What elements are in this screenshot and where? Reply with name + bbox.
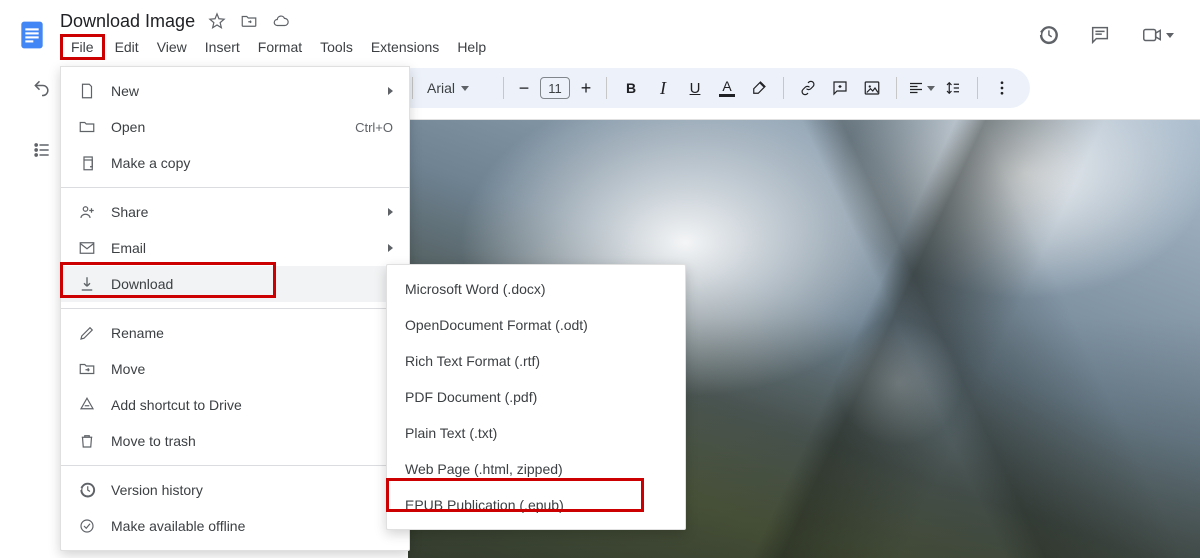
align-button[interactable] [907,74,935,102]
download-pdf[interactable]: PDF Document (.pdf) [387,379,685,415]
file-menu-label: Share [111,204,148,220]
download-epub[interactable]: EPUB Publication (.epub) [387,487,685,523]
history-icon[interactable] [1036,23,1060,47]
menu-tools[interactable]: Tools [312,35,361,59]
history-icon [77,480,97,500]
download-icon [77,274,97,294]
cloud-status-icon[interactable] [271,11,291,31]
file-menu-label: Move to trash [111,433,196,449]
move-to-folder-icon[interactable] [239,11,259,31]
file-menu-label: New [111,83,139,99]
folder-move-icon [77,359,97,379]
menubar: File Edit View Insert Format Tools Exten… [60,34,494,60]
file-menu-label: Add shortcut to Drive [111,397,242,413]
download-html[interactable]: Web Page (.html, zipped) [387,451,685,487]
file-menu-email[interactable]: Email [61,230,409,266]
download-submenu: Microsoft Word (.docx) OpenDocument Form… [386,264,686,530]
file-menu-share[interactable]: Share [61,194,409,230]
text-color-button[interactable]: A [713,74,741,102]
star-icon[interactable] [207,11,227,31]
chevron-down-icon [1166,33,1174,38]
file-menu-rename[interactable]: Rename [61,315,409,351]
submenu-arrow-icon [388,208,393,216]
meet-button[interactable] [1140,23,1174,47]
docs-logo[interactable] [14,17,50,53]
line-spacing-button[interactable] [939,74,967,102]
menu-help[interactable]: Help [449,35,494,59]
italic-button[interactable]: I [649,74,677,102]
file-menu-open[interactable]: Open Ctrl+O [61,109,409,145]
file-menu-make-copy[interactable]: Make a copy [61,145,409,181]
file-menu-label: Make a copy [111,155,190,171]
toolbar-overflow-button[interactable] [988,74,1016,102]
font-family-value: Arial [427,80,455,96]
menu-insert[interactable]: Insert [197,35,248,59]
file-menu-version-history[interactable]: Version history [61,472,409,508]
menu-extensions[interactable]: Extensions [363,35,447,59]
shortcut-label: Ctrl+O [355,120,393,135]
font-size-input[interactable]: 11 [540,77,570,99]
copy-icon [77,153,97,173]
file-menu-dropdown: New Open Ctrl+O Make a copy Share Email … [60,66,410,551]
folder-open-icon [77,117,97,137]
font-size-increase[interactable]: + [576,76,596,100]
file-menu-label: Rename [111,325,164,341]
submenu-arrow-icon [388,87,393,95]
file-menu-label: Open [111,119,145,135]
insert-image-button[interactable] [858,74,886,102]
pencil-icon [77,323,97,343]
menu-view[interactable]: View [149,35,195,59]
download-odt[interactable]: OpenDocument Format (.odt) [387,307,685,343]
file-menu-label: Download [111,276,173,292]
bold-button[interactable]: B [617,74,645,102]
menu-file[interactable]: File [60,34,105,60]
doc-title[interactable]: Download Image [60,11,195,32]
file-blank-icon [77,81,97,101]
highlight-button[interactable] [745,74,773,102]
offline-icon [77,516,97,536]
share-person-icon [77,202,97,222]
file-menu-label: Make available offline [111,518,245,534]
submenu-arrow-icon [388,244,393,252]
email-icon [77,238,97,258]
download-txt[interactable]: Plain Text (.txt) [387,415,685,451]
file-menu-new[interactable]: New [61,73,409,109]
menu-edit[interactable]: Edit [107,35,147,59]
font-family-select[interactable]: Arial [423,80,493,96]
file-menu-label: Version history [111,482,203,498]
file-menu-move[interactable]: Move [61,351,409,387]
file-menu-offline[interactable]: Make available offline [61,508,409,544]
add-comment-button[interactable] [826,74,854,102]
undo-button[interactable] [22,68,62,108]
font-size-decrease[interactable]: − [514,76,534,100]
trash-icon [77,431,97,451]
text-color-letter: A [722,79,731,93]
drive-shortcut-icon [77,395,97,415]
file-menu-add-shortcut[interactable]: Add shortcut to Drive [61,387,409,423]
chevron-down-icon [461,86,469,91]
chevron-down-icon [927,86,935,91]
file-menu-label: Email [111,240,146,256]
comments-icon[interactable] [1088,23,1112,47]
menu-format[interactable]: Format [250,35,310,59]
toolbar: Arial − 11 + B I U A [392,68,1030,108]
file-menu-download[interactable]: Download [61,266,409,302]
download-docx[interactable]: Microsoft Word (.docx) [387,271,685,307]
document-outline-button[interactable] [22,130,62,170]
file-menu-label: Move [111,361,145,377]
download-rtf[interactable]: Rich Text Format (.rtf) [387,343,685,379]
insert-link-button[interactable] [794,74,822,102]
file-menu-trash[interactable]: Move to trash [61,423,409,459]
underline-button[interactable]: U [681,74,709,102]
